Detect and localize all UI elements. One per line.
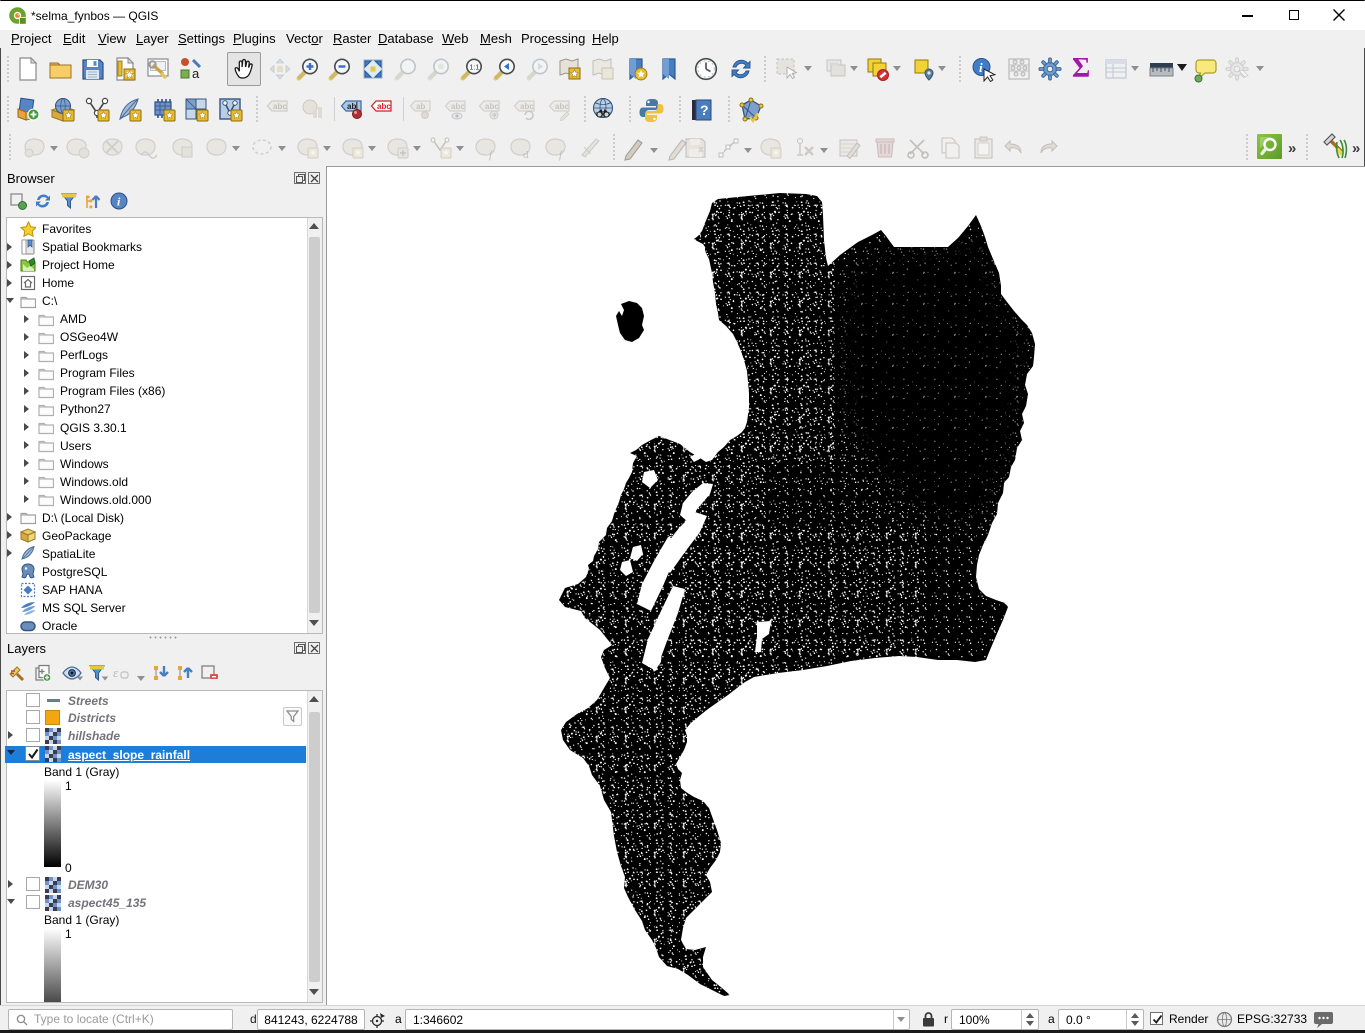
svg-text:abc: abc: [451, 102, 465, 111]
svg-text:1:1: 1:1: [470, 65, 480, 72]
svg-text:d: d: [523, 149, 529, 161]
svg-text:abc: abc: [555, 102, 569, 111]
svg-text:ab: ab: [416, 102, 425, 111]
svg-text:a: a: [192, 66, 200, 81]
svg-text:abc: abc: [485, 102, 499, 111]
svg-text:abc: abc: [520, 102, 534, 111]
svg-text:?: ?: [700, 102, 709, 118]
svg-text:i: i: [979, 60, 983, 75]
svg-text:abc: abc: [273, 102, 287, 111]
svg-text:ε: ε: [113, 665, 119, 680]
svg-text:abc: abc: [377, 102, 391, 111]
